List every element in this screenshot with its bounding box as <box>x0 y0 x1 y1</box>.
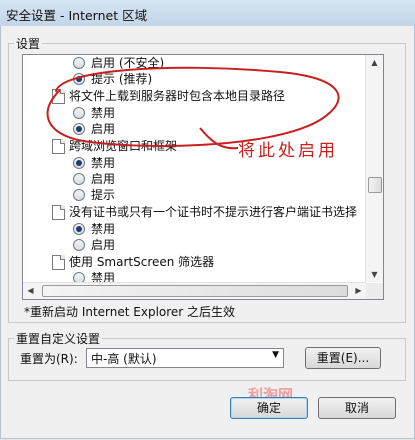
annotation-ellipse <box>46 66 340 147</box>
reset-button[interactable]: 重置(E)... <box>305 347 381 369</box>
reset-level-value: 中-高 (默认) <box>91 352 157 366</box>
chevron-down-icon: ▼ <box>272 350 279 360</box>
restart-note: *重新启动 Internet Explorer 之后生效 <box>24 305 236 319</box>
cancel-button[interactable]: 取消 <box>318 397 396 419</box>
annotation-text: 将此处启用 <box>238 141 338 161</box>
ok-button[interactable]: 确定 <box>230 397 308 419</box>
reset-to-label: 重置为(R): <box>20 352 78 366</box>
annotation-overlay <box>46 66 340 150</box>
reset-level-select[interactable]: 中-高 (默认) ▼ <box>86 348 284 368</box>
reset-group-label: 重置自定义设置 <box>14 330 103 347</box>
